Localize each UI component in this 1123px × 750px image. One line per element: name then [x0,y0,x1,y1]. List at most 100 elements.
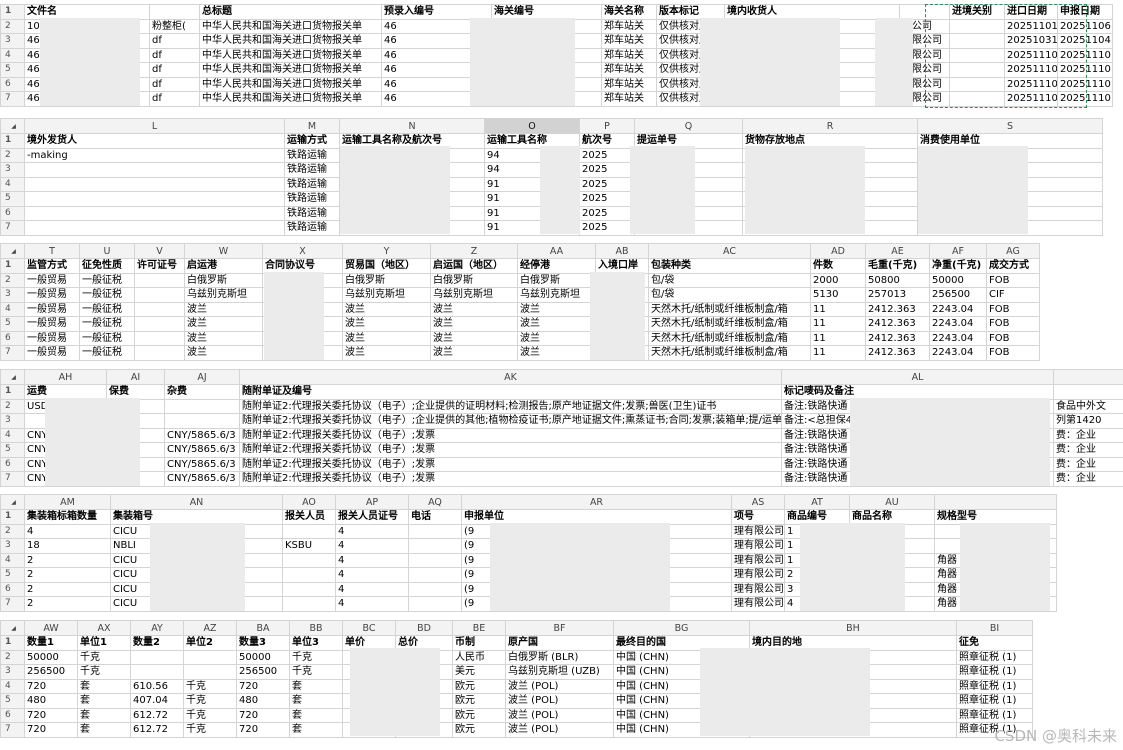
data-cell[interactable] [282,567,336,583]
row-number[interactable]: 3 [0,287,25,303]
data-cell[interactable]: 波兰 (POL) [505,678,614,694]
data-cell[interactable]: 理有限公司 [731,523,785,539]
data-cell[interactable]: 波兰 [430,330,518,346]
field-header-cell[interactable]: 随附单证及编号 [239,384,782,400]
column-header[interactable]: AH [24,369,107,385]
field-header-cell[interactable]: 征免 [956,635,1033,651]
data-cell[interactable]: 千克 [77,664,131,680]
data-cell[interactable]: 2 [24,596,111,612]
data-cell[interactable]: 256500 [24,664,78,680]
data-cell[interactable]: 铁路运输 [284,162,340,178]
field-header-cell[interactable]: 合同协议号 [262,258,343,274]
data-cell[interactable]: 粉整柜( [149,18,200,34]
data-cell[interactable]: 20251110 [1004,91,1058,107]
data-cell[interactable]: 中华人民共和国海关进口货物报关单 [199,91,382,107]
column-header[interactable]: AS [731,494,785,510]
field-header-cell[interactable]: 运费 [24,384,107,400]
column-header[interactable]: AB [595,243,649,259]
data-cell[interactable]: df [149,76,200,92]
data-cell[interactable]: 2025 [579,205,635,221]
column-header[interactable]: AQ [408,494,462,510]
data-cell[interactable]: 256500 [236,664,290,680]
data-cell[interactable]: 照章征税 (1) [956,678,1033,694]
data-cell[interactable] [949,47,1005,63]
data-cell[interactable]: 波兰 (POL) [505,722,614,738]
data-cell[interactable]: 照章征税 (1) [956,664,1033,680]
data-cell[interactable]: FOB [986,345,1040,361]
data-cell[interactable]: 乌兹别克斯坦 [342,287,431,303]
data-cell[interactable]: 一般贸易 [24,301,80,317]
data-cell[interactable]: CNY/5865.6/3 [164,427,240,443]
field-header-cell[interactable]: 单位3 [289,635,343,651]
data-cell[interactable]: 乌兹别克斯坦 [517,287,596,303]
data-cell[interactable]: 一般征税 [79,330,135,346]
data-cell[interactable]: 11 [810,345,866,361]
data-cell[interactable]: 720 [236,678,290,694]
field-header-cell[interactable] [149,4,200,20]
data-cell[interactable]: 乌兹别克斯坦 [184,287,263,303]
data-cell[interactable] [949,33,1005,49]
data-cell[interactable]: 食品中外文 [1053,398,1123,414]
column-header[interactable]: N [339,118,485,134]
column-header[interactable]: AL [781,369,1054,385]
data-cell[interactable] [134,272,185,288]
data-cell[interactable]: 郑车站关 [601,33,657,49]
column-header[interactable]: AX [77,620,131,636]
data-cell[interactable]: 郑车站关 [601,76,657,92]
data-cell[interactable]: 理有限公司 [731,538,785,554]
field-header-cell[interactable]: 杂费 [164,384,240,400]
data-cell[interactable]: 千克 [183,693,237,709]
data-cell[interactable]: 波兰 [517,345,596,361]
data-cell[interactable]: 4 [335,581,409,597]
field-header-cell[interactable]: 电话 [408,509,462,525]
row-number[interactable]: 3 [0,33,25,49]
data-cell[interactable]: 2 [24,552,111,568]
data-cell[interactable] [282,581,336,597]
column-header[interactable]: BB [289,620,343,636]
column-header[interactable]: U [79,243,135,259]
column-header[interactable]: AG [986,243,1040,259]
data-cell[interactable]: CNY/5865.6/3 [164,456,240,472]
data-cell[interactable] [949,76,1005,92]
row-number[interactable]: 6 [0,456,25,472]
data-cell[interactable]: 中华人民共和国海关进口货物报关单 [199,33,382,49]
data-cell[interactable]: 一般征税 [79,301,135,317]
data-cell[interactable]: 612.72 [130,722,184,738]
row-number[interactable]: 2 [0,272,25,288]
row-number[interactable]: 6 [0,581,25,597]
column-header[interactable]: O [484,118,580,134]
row-number[interactable]: 4 [0,678,25,694]
data-cell[interactable]: 256500 [929,287,987,303]
data-cell[interactable]: 4 [24,523,111,539]
row-number[interactable]: 6 [0,330,25,346]
field-header-cell[interactable]: 申报单位 [461,509,732,525]
data-cell[interactable]: 720 [236,722,290,738]
data-cell[interactable]: CIF [986,287,1040,303]
data-cell[interactable]: 4 [335,523,409,539]
column-header[interactable]: M [284,118,340,134]
data-cell[interactable]: df [149,91,200,107]
field-header-cell[interactable]: 进口日期 [1004,4,1058,20]
data-cell[interactable]: 波兰 [430,345,518,361]
data-cell[interactable]: 白俄罗斯 [184,272,263,288]
row-number[interactable]: 3 [0,413,25,429]
field-header-cell[interactable]: 航次号 [579,133,635,149]
data-cell[interactable]: 人民币 [452,649,506,665]
data-cell[interactable] [408,596,462,612]
data-cell[interactable]: 一般征税 [79,316,135,332]
data-cell[interactable] [130,649,184,665]
data-cell[interactable]: FOB [986,316,1040,332]
field-header-cell[interactable]: 报关人员 [282,509,336,525]
data-cell[interactable]: 20251106 [1057,18,1113,34]
column-header[interactable]: L [24,118,285,134]
data-cell[interactable]: 2 [24,581,111,597]
column-header[interactable]: BD [395,620,453,636]
row-number[interactable]: 4 [0,301,25,317]
data-cell[interactable]: 随附单证2:代理报关委托协议（电子）;发票 [239,471,782,487]
data-cell[interactable]: 铁路运输 [284,147,340,163]
data-cell[interactable] [134,287,185,303]
data-cell[interactable]: 随附单证2:代理报关委托协议（电子）;发票 [239,442,782,458]
field-header-cell[interactable]: 集装箱号 [110,509,283,525]
row-number[interactable]: 7 [0,471,25,487]
data-cell[interactable]: 郑车站关 [601,91,657,107]
